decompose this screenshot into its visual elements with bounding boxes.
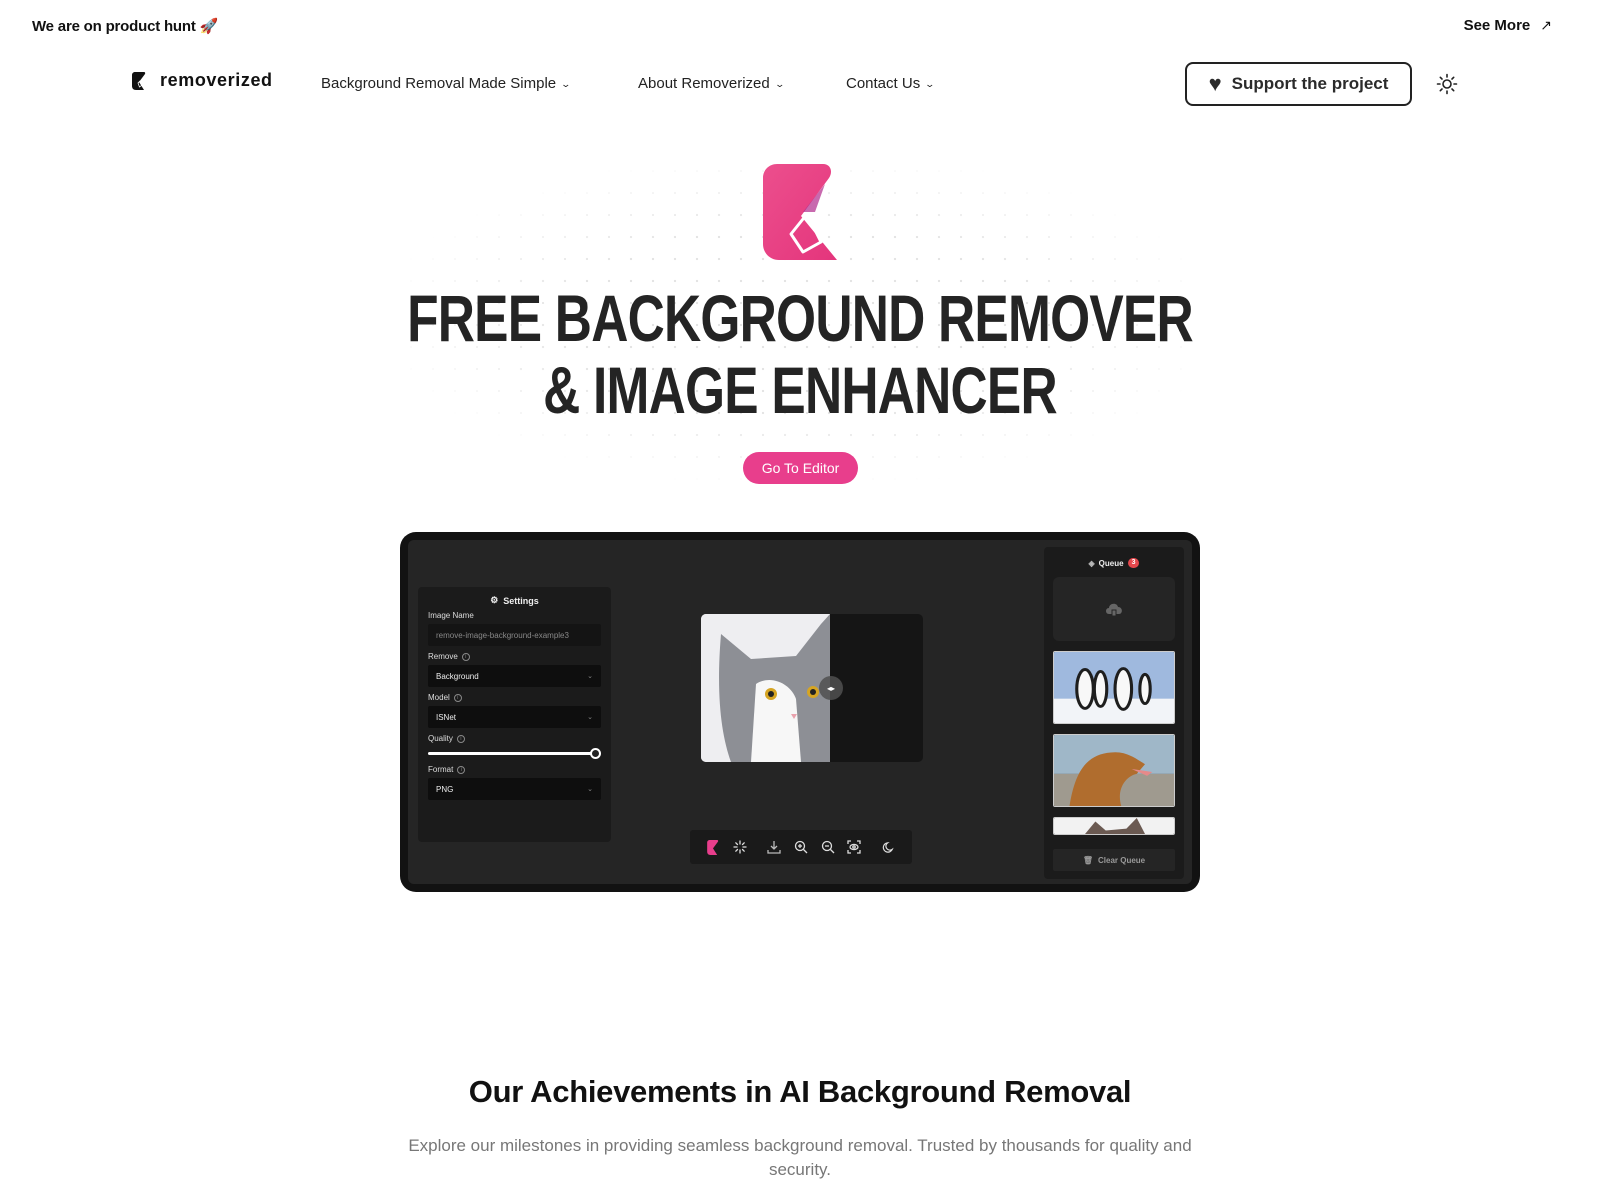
- chevron-down-icon: ⌄: [560, 79, 572, 89]
- heart-icon: ♥: [1208, 71, 1222, 96]
- nav-item-label: Background Removal Made Simple: [321, 75, 557, 92]
- settings-panel: ⚙ Settings Image Name remove-image-backg…: [418, 587, 611, 842]
- nav-item-label: Contact Us: [846, 75, 921, 92]
- queue-item-penguins[interactable]: [1053, 651, 1175, 724]
- nav-item-about[interactable]: About Removerized ⌄: [638, 75, 785, 92]
- remove-label: Remove i: [428, 652, 601, 661]
- clear-queue-button[interactable]: 🗑 Clear Queue: [1053, 849, 1175, 871]
- logo-icon[interactable]: [700, 833, 727, 861]
- image-name-label-text: Image Name: [428, 611, 474, 620]
- queue-count-badge: 3: [1127, 558, 1140, 568]
- gear-icon: ⚙: [490, 595, 499, 605]
- go-to-editor-button[interactable]: Go To Editor: [743, 452, 858, 484]
- nav-item-label: About Removerized: [638, 75, 770, 92]
- image-compare-preview[interactable]: ◂▸: [701, 614, 923, 762]
- chevron-down-icon: ⌄: [587, 673, 593, 680]
- format-label: Format i: [428, 765, 601, 774]
- image-name-input[interactable]: remove-image-background-example3: [428, 624, 601, 646]
- compare-slider-handle[interactable]: ◂▸: [819, 676, 843, 700]
- info-icon[interactable]: i: [457, 765, 466, 774]
- cat-photo: [701, 614, 830, 762]
- remove-select-value: Background: [436, 671, 479, 681]
- chevron-down-icon: ⌄: [774, 79, 785, 89]
- announcement-bar: We are on product hunt 🚀 See More ↗: [0, 0, 1600, 52]
- info-icon[interactable]: i: [453, 693, 462, 702]
- moon-icon[interactable]: [875, 833, 902, 861]
- loader-icon[interactable]: [727, 833, 754, 861]
- format-select[interactable]: PNG ⌄: [428, 778, 601, 800]
- arrow-up-right-icon: ↗: [1540, 17, 1552, 33]
- achievements-title: Our Achievements in AI Background Remova…: [468, 1074, 1132, 1109]
- hero-title: FREE BACKGROUND REMOVER & IMAGE ENHANCER: [176, 282, 1424, 426]
- download-icon[interactable]: [761, 833, 788, 861]
- support-project-button[interactable]: ♥ Support the project: [1185, 62, 1412, 106]
- quality-label: Quality i: [428, 734, 601, 743]
- product-hunt-text: We are on product hunt 🚀: [32, 18, 219, 35]
- settings-title-label: Settings: [503, 595, 539, 606]
- clear-queue-label: Clear Queue: [1098, 855, 1146, 865]
- brand-name: removerized: [160, 70, 273, 90]
- model-select-value: ISNet: [436, 712, 457, 722]
- info-icon[interactable]: i: [461, 652, 470, 661]
- support-label: Support the project: [1231, 74, 1389, 93]
- see-more-label: See More: [1463, 17, 1531, 34]
- trash-icon: 🗑: [1082, 855, 1093, 865]
- model-label: Model i: [428, 693, 601, 702]
- editor-canvas: ⚙ Settings Image Name remove-image-backg…: [408, 540, 1192, 884]
- brand-logo-icon: [132, 71, 146, 90]
- remove-select[interactable]: Background ⌄: [428, 665, 601, 687]
- sun-icon[interactable]: [1436, 73, 1458, 95]
- model-label-text: Model: [428, 693, 450, 702]
- quality-slider-thumb[interactable]: [590, 748, 601, 759]
- see-more-link[interactable]: See More ↗: [1464, 17, 1552, 34]
- chevron-down-icon: ⌄: [587, 786, 593, 793]
- nav-item-background-removal[interactable]: Background Removal Made Simple ⌄: [321, 75, 572, 92]
- model-select[interactable]: ISNet ⌄: [428, 706, 601, 728]
- queue-item-dog[interactable]: [1053, 734, 1175, 807]
- upload-dropzone[interactable]: [1053, 577, 1175, 641]
- editor-preview: ⚙ Settings Image Name remove-image-backg…: [400, 532, 1200, 892]
- achievements-subtitle: Explore our milestones in providing seam…: [408, 1136, 1192, 1179]
- editor-toolbar: [690, 830, 912, 864]
- queue-title: Queue: [1098, 558, 1124, 568]
- hero-title-line-1: FREE BACKGROUND REMOVER: [407, 281, 1194, 355]
- zoom-in-icon[interactable]: [788, 833, 815, 861]
- queue-item-cat[interactable]: [1053, 817, 1175, 835]
- quality-slider-track: [428, 752, 594, 755]
- focus-icon[interactable]: [841, 833, 868, 861]
- hero-title-line-2: & IMAGE ENHANCER: [543, 353, 1058, 427]
- info-icon[interactable]: i: [456, 734, 465, 743]
- format-label-text: Format: [428, 765, 454, 774]
- cloud-upload-icon: [1106, 603, 1122, 617]
- nav-item-contact[interactable]: Contact Us ⌄: [846, 75, 936, 92]
- chevron-down-icon: ⌄: [587, 714, 593, 721]
- image-name-label: Image Name: [428, 611, 601, 620]
- zoom-out-icon[interactable]: [814, 833, 841, 861]
- format-select-value: PNG: [436, 784, 454, 794]
- quality-slider[interactable]: [428, 747, 601, 759]
- brand-logo[interactable]: removerized: [132, 70, 273, 91]
- layers-icon: ◈: [1088, 558, 1095, 568]
- main-nav: removerized Background Removal Made Simp…: [0, 60, 1600, 108]
- queue-panel: ◈ Queue 3 🗑 Clear Queue: [1044, 547, 1184, 879]
- remove-label-text: Remove: [428, 652, 458, 661]
- quality-label-text: Quality: [428, 734, 453, 743]
- hero-logo-icon: [763, 164, 837, 260]
- settings-title: ⚙ Settings: [428, 595, 601, 606]
- chevron-down-icon: ⌄: [924, 79, 936, 89]
- queue-header: ◈ Queue 3: [1053, 555, 1175, 571]
